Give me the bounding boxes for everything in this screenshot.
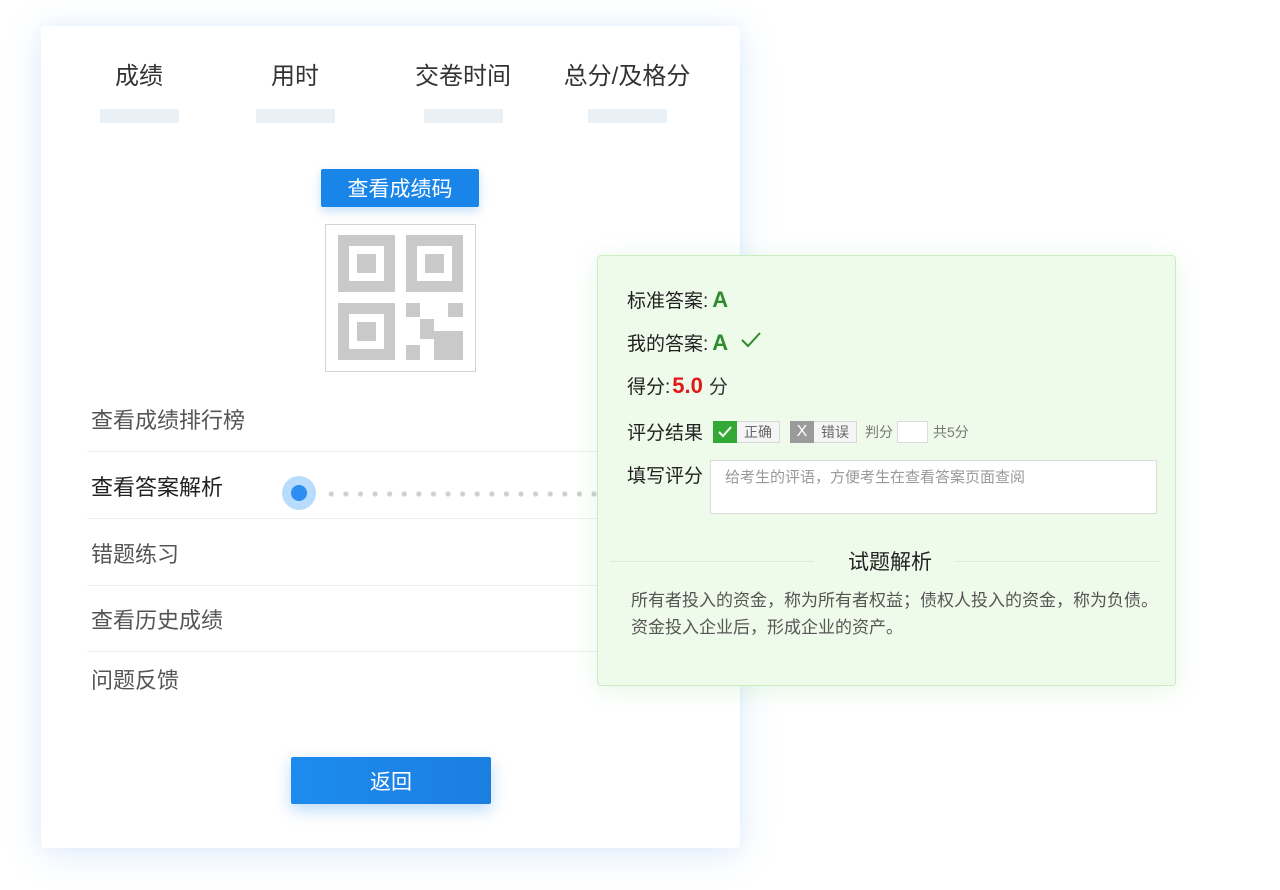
view-score-code-button[interactable]: 查看成绩码 xyxy=(321,169,479,207)
my-answer-value: A xyxy=(712,329,729,355)
stat-total-pass-value-placeholder xyxy=(588,109,667,123)
comment-label: 填写评分 xyxy=(627,466,704,487)
correct-option[interactable]: 正确 xyxy=(713,420,781,443)
stat-time-used-value-placeholder xyxy=(256,109,335,123)
menu-answer-analysis[interactable]: 查看答案解析 xyxy=(87,453,647,519)
analysis-text: 所有者投入的资金，称为所有者权益；债权人投入的资金，称为负债。资金投入企业后，形… xyxy=(631,591,1158,637)
comment-input[interactable] xyxy=(710,460,1157,514)
score-unit: 分 xyxy=(708,377,728,398)
correct-checkbox[interactable] xyxy=(713,420,738,443)
stat-time-used-label: 用时 xyxy=(271,63,319,90)
stat-score-label: 成绩 xyxy=(115,63,163,90)
stat-score: 成绩 xyxy=(107,62,171,92)
stat-time-used: 用时 xyxy=(263,62,327,92)
stat-total-pass: 总分/及格分 xyxy=(557,62,697,92)
qr-code-icon xyxy=(338,235,463,360)
judge-score-input[interactable] xyxy=(897,420,929,443)
correct-option-label: 正确 xyxy=(737,420,781,443)
score-label: 得分: xyxy=(627,377,671,398)
menu-wrong-practice[interactable]: 错题练习 xyxy=(87,520,647,586)
menu-answer-analysis-label: 查看答案解析 xyxy=(91,474,224,500)
standard-answer-row: 标准答案: A xyxy=(627,286,728,313)
analysis-title: 试题解析 xyxy=(848,551,932,574)
stats-row: 成绩 用时 交卷时间 总分/及格分 xyxy=(41,26,740,146)
stat-submit-time-label: 交卷时间 xyxy=(415,63,511,90)
my-answer-label: 我的答案: xyxy=(627,334,709,355)
wrong-checkbox[interactable]: X xyxy=(790,420,815,443)
stat-total-pass-label: 总分/及格分 xyxy=(563,63,691,90)
menu-history-scores[interactable]: 查看历史成绩 xyxy=(87,586,647,652)
menu-wrong-practice-label: 错题练习 xyxy=(91,541,180,567)
standard-answer-value: A xyxy=(712,286,729,312)
grading-result-label: 评分结果 xyxy=(627,423,704,444)
slider-track[interactable] xyxy=(324,491,644,497)
menu-feedback[interactable]: 问题反馈 xyxy=(87,646,647,712)
answer-panel: 标准答案: A 我的答案: A 得分: 5.0 分 评分结果 正确 X 错误 判… xyxy=(597,255,1176,686)
menu-ranking[interactable]: 查看成绩排行榜 xyxy=(87,386,647,452)
grading-result-row: 评分结果 正确 X 错误 判分 共5分 xyxy=(627,418,969,445)
slider-handle[interactable] xyxy=(282,476,316,510)
check-icon xyxy=(718,425,732,437)
qr-code xyxy=(325,224,476,372)
menu-feedback-label: 问题反馈 xyxy=(91,668,180,693)
back-button[interactable]: 返回 xyxy=(291,757,491,804)
stat-score-value-placeholder xyxy=(100,109,179,123)
analysis-divider-left xyxy=(610,561,814,562)
judge-score-label: 判分 xyxy=(865,423,894,440)
score-value: 5.0 xyxy=(672,372,703,398)
comment-row: 填写评分 xyxy=(627,461,703,488)
correct-check-icon xyxy=(740,330,762,355)
stat-submit-time-value-placeholder xyxy=(424,109,503,123)
stat-submit-time: 交卷时间 xyxy=(409,62,517,92)
wrong-option-label: 错误 xyxy=(814,420,858,443)
wrong-option[interactable]: X 错误 xyxy=(790,420,858,443)
menu-history-scores-label: 查看历史成绩 xyxy=(91,607,224,633)
menu-ranking-label: 查看成绩排行榜 xyxy=(91,407,246,433)
score-row: 得分: 5.0 分 xyxy=(627,372,728,399)
analysis-divider-right xyxy=(955,561,1160,562)
my-answer-row: 我的答案: A xyxy=(627,329,762,356)
total-score-label: 共5分 xyxy=(933,423,969,440)
standard-answer-label: 标准答案: xyxy=(627,291,709,312)
